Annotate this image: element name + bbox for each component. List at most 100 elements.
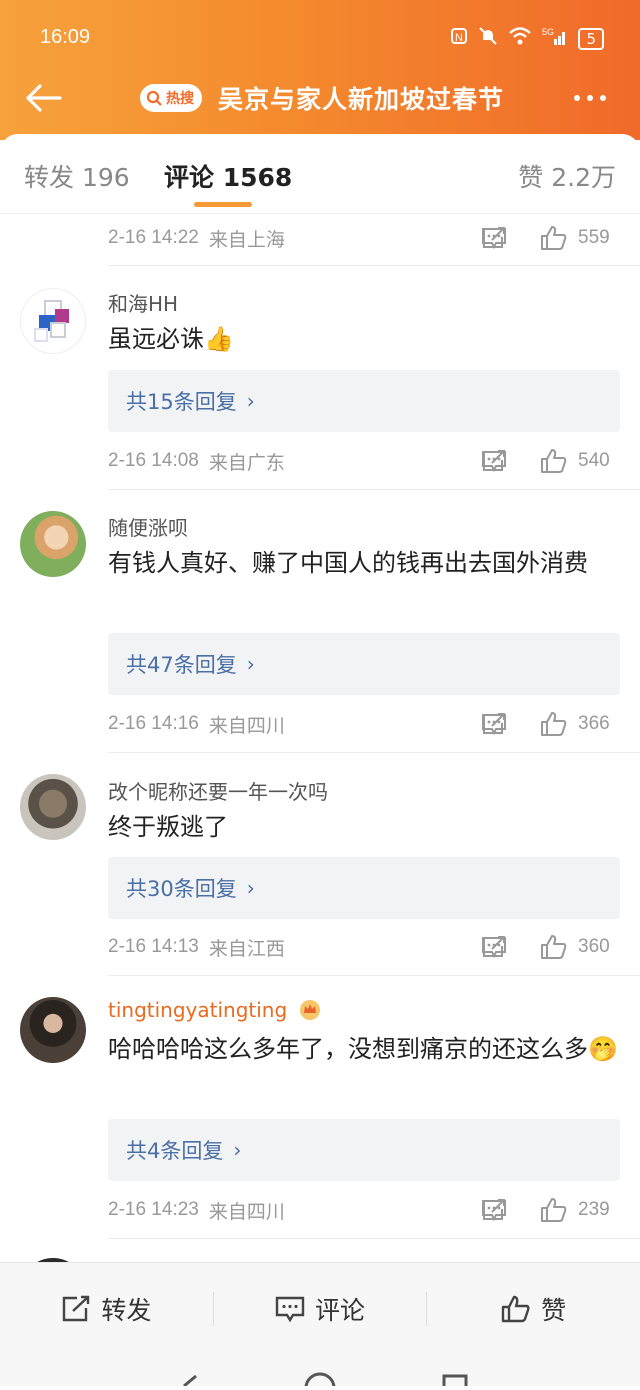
page-title: 吴京与家人新加坡过春节: [218, 85, 505, 114]
comment-button[interactable]: 评论: [214, 1263, 427, 1354]
replies-count: 共30条回复: [126, 877, 237, 901]
thumbs-up-icon: [541, 226, 567, 250]
nav-row: 热搜 吴京与家人新加坡过春节: [0, 70, 640, 126]
view-replies-link[interactable]: 共47条回复 ›: [108, 633, 620, 695]
comment-date: 2-16 14:08: [108, 450, 199, 471]
thumbs-up-icon: [541, 449, 567, 473]
comment-icon[interactable]: [474, 226, 514, 250]
status-time: 16:09: [40, 26, 91, 48]
comment-bubble-icon: [275, 1296, 305, 1322]
status-bar: 16:09 N 5G 5: [0, 0, 640, 76]
divider: [108, 1238, 640, 1239]
vip-crown-icon: [298, 998, 322, 1025]
battery-indicator: 5: [578, 27, 604, 50]
divider: [108, 265, 640, 266]
comment-text: 虽远必诛👍: [108, 325, 234, 353]
comment-date: 2-16 14:16: [108, 713, 199, 734]
thumbs-up-icon: [541, 712, 567, 736]
comment-actions: 540: [474, 441, 620, 481]
view-replies-link[interactable]: 共30条回复 ›: [108, 857, 620, 919]
avatar[interactable]: [20, 997, 86, 1063]
like-count: 360: [578, 936, 610, 957]
repost-icon: [63, 1295, 90, 1321]
comment-meta: 2-16 14:16 来自四川 366: [108, 704, 620, 744]
comment-location: 来自江西: [208, 937, 285, 960]
comment-date: 2-16 14:23: [108, 1199, 199, 1220]
avatar[interactable]: [20, 511, 86, 577]
comment-icon[interactable]: [474, 1198, 514, 1222]
nfc-icon: N: [450, 27, 468, 50]
repost-label: 转发: [101, 1295, 152, 1325]
thumbs-up-icon: [541, 935, 567, 959]
comment-actions: 559: [474, 218, 620, 258]
thumbs-up-icon: [501, 1295, 530, 1322]
comment-username[interactable]: 和海HH: [108, 288, 178, 317]
replies-count: 共47条回复: [126, 653, 237, 677]
chevron-right-icon: ›: [233, 1138, 242, 1162]
system-home-icon: [304, 1372, 336, 1390]
replies-count: 共15条回复: [126, 390, 237, 414]
comment-text: 哈哈哈哈这么多年了，没想到痛京的还这么多🤭: [108, 1035, 618, 1063]
divider: [108, 752, 640, 753]
comment-text: 有钱人真好、赚了中国人的钱再出去国外消费: [108, 549, 588, 577]
like-button[interactable]: 360: [540, 934, 620, 960]
wifi-icon: [508, 26, 532, 51]
system-back-icon: [183, 1374, 197, 1388]
tab-comments[interactable]: 评论 1568: [164, 158, 292, 194]
more-icon[interactable]: [574, 84, 614, 112]
comment-date: 2-16 14:13: [108, 936, 199, 957]
like-button[interactable]: 366: [540, 711, 620, 737]
like-count: 540: [578, 450, 610, 471]
search-icon: [146, 90, 162, 106]
hot-search-label: 热搜: [166, 91, 194, 107]
like-count: 239: [578, 1199, 610, 1220]
tab-bar: 转发 196 评论 1568 赞 2.2万: [0, 134, 640, 214]
comment-actions: 360: [474, 927, 620, 967]
like-button[interactable]: 239: [540, 1197, 620, 1223]
divider: [108, 975, 640, 976]
comment-location: 来自四川: [208, 1200, 285, 1223]
back-arrow-icon[interactable]: [24, 80, 64, 116]
avatar[interactable]: [20, 774, 86, 840]
username-text: tingtingyatingting: [108, 998, 288, 1022]
view-replies-link[interactable]: 共4条回复 ›: [108, 1119, 620, 1181]
comment-location: 来自广东: [208, 451, 285, 474]
like-label: 赞: [541, 1295, 567, 1325]
comment-location: 来自四川: [208, 714, 285, 737]
comment-username[interactable]: 改个昵称还要一年一次吗: [108, 776, 328, 805]
repost-button[interactable]: 转发: [0, 1263, 213, 1354]
comment-text: 终于叛逃了: [108, 813, 228, 841]
comment-actions: 239: [474, 1190, 620, 1230]
comment-actions: 366: [474, 704, 620, 744]
comment-username[interactable]: tingtingyatingting: [108, 998, 322, 1025]
avatar[interactable]: [20, 288, 86, 354]
chevron-right-icon: ›: [246, 389, 255, 413]
comment-icon[interactable]: [474, 712, 514, 736]
mute-icon: [478, 26, 498, 51]
comment-meta: 2-16 14:23 来自四川 239: [108, 1190, 620, 1230]
comment-icon[interactable]: [474, 935, 514, 959]
like-count: 559: [578, 227, 610, 248]
like-button[interactable]: 559: [540, 225, 620, 251]
comment-meta: 2-16 14:13 来自江西 360: [108, 927, 620, 967]
tab-likes[interactable]: 赞 2.2万: [518, 158, 616, 194]
hot-search-badge[interactable]: 热搜: [140, 84, 202, 112]
tab-reposts[interactable]: 转发 196: [24, 158, 130, 194]
svg-text:5G: 5G: [542, 27, 554, 37]
top-header: 16:09 N 5G 5 热搜 吴京与家人新加坡过春节: [0, 0, 640, 140]
like-post-button[interactable]: 赞: [427, 1263, 640, 1354]
comment-icon[interactable]: [474, 449, 514, 473]
comment-date: 2-16 14:22: [108, 227, 199, 248]
bottom-action-bar: 转发 评论 赞: [0, 1262, 640, 1354]
view-replies-link[interactable]: 共15条回复 ›: [108, 370, 620, 432]
system-recents-icon: [442, 1374, 468, 1390]
comment-username[interactable]: 随便涨呗: [108, 512, 188, 541]
replies-count: 共4条回复: [126, 1139, 224, 1163]
comment-label: 评论: [315, 1295, 366, 1325]
signal-icon: 5G: [542, 26, 568, 51]
comment-meta: 2-16 14:08 来自广东 540: [108, 441, 620, 481]
status-icons: N 5G 5: [450, 26, 604, 51]
thumbs-up-icon: [541, 1198, 567, 1222]
like-button[interactable]: 540: [540, 448, 620, 474]
comment-meta: 2-16 14:22 来自上海 559: [108, 218, 620, 258]
